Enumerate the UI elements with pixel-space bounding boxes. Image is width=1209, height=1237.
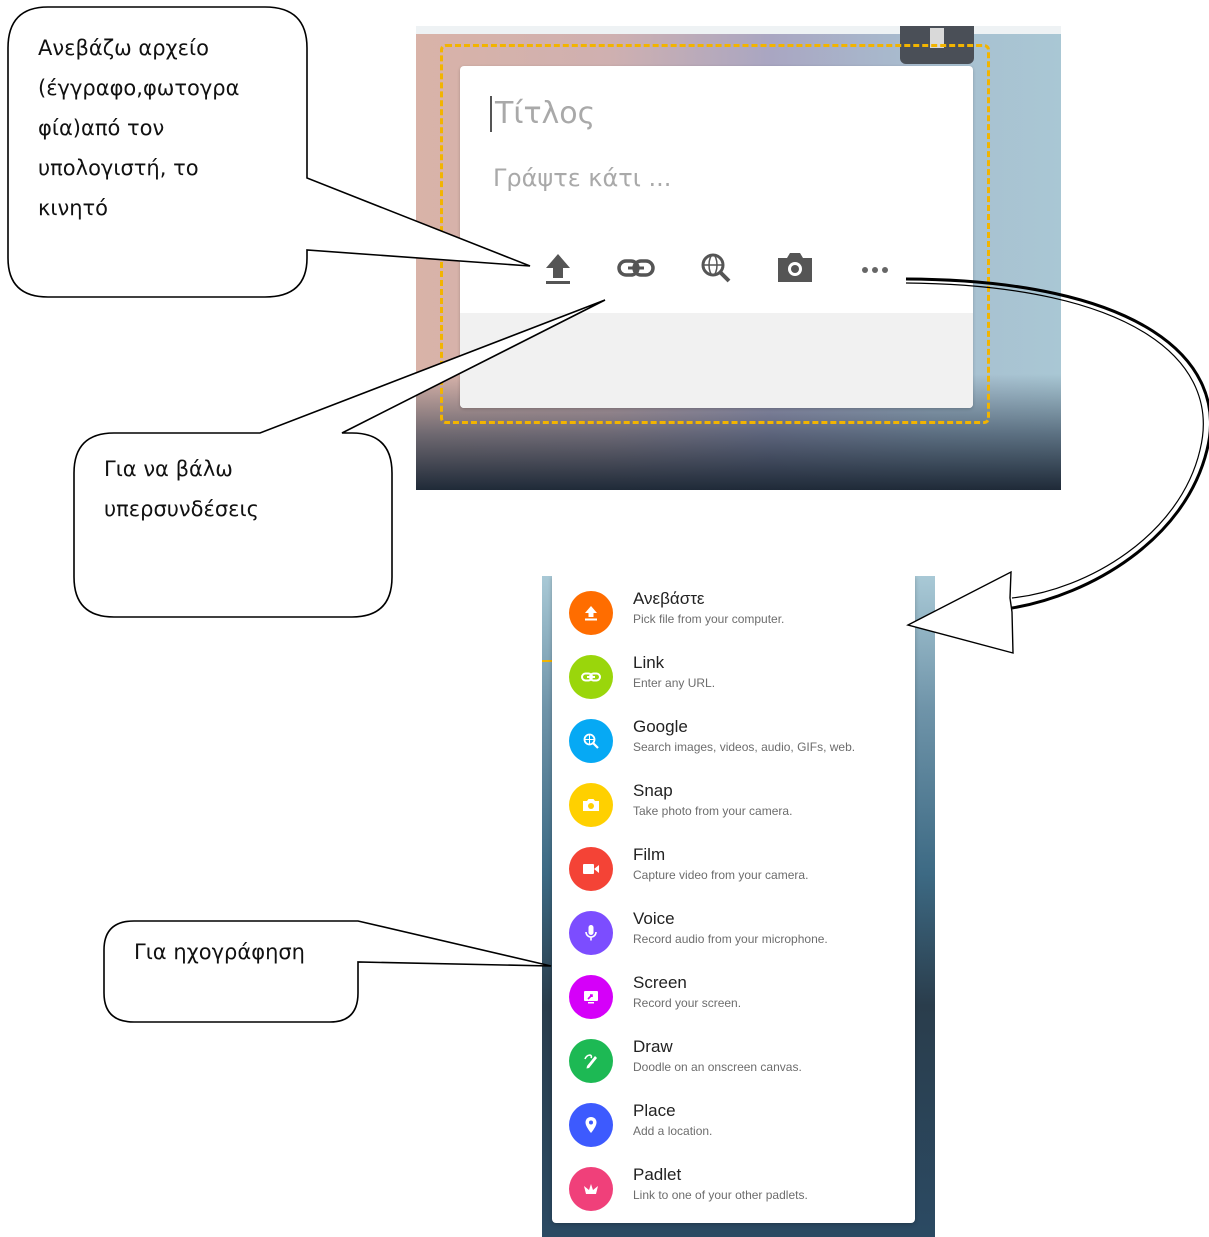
callout-line: (έγγραφο,φωτογρα bbox=[38, 76, 240, 100]
callout-text-voice: Για ηχογράφηση bbox=[134, 932, 305, 972]
callout-line: Για να βάλω bbox=[104, 457, 233, 481]
connector-curve-inner bbox=[905, 282, 1204, 599]
callout-line: φία)από τον bbox=[38, 116, 165, 140]
callout-text-upload: Ανεβάζω αρχείο (έγγραφο,φωτογρα φία)από … bbox=[38, 28, 239, 228]
callout-line: κινητό bbox=[38, 196, 109, 220]
connector-curve bbox=[905, 277, 1209, 610]
callout-line: υπολογιστή, το bbox=[38, 156, 199, 180]
connector-arrowhead bbox=[906, 570, 1014, 654]
callout-line: υπερσυνδέσεις bbox=[104, 497, 259, 521]
callout-text-link: Για να βάλω υπερσυνδέσεις bbox=[104, 449, 259, 529]
callout-line: Για ηχογράφηση bbox=[134, 940, 305, 964]
callout-line: Ανεβάζω αρχείο bbox=[38, 36, 209, 60]
